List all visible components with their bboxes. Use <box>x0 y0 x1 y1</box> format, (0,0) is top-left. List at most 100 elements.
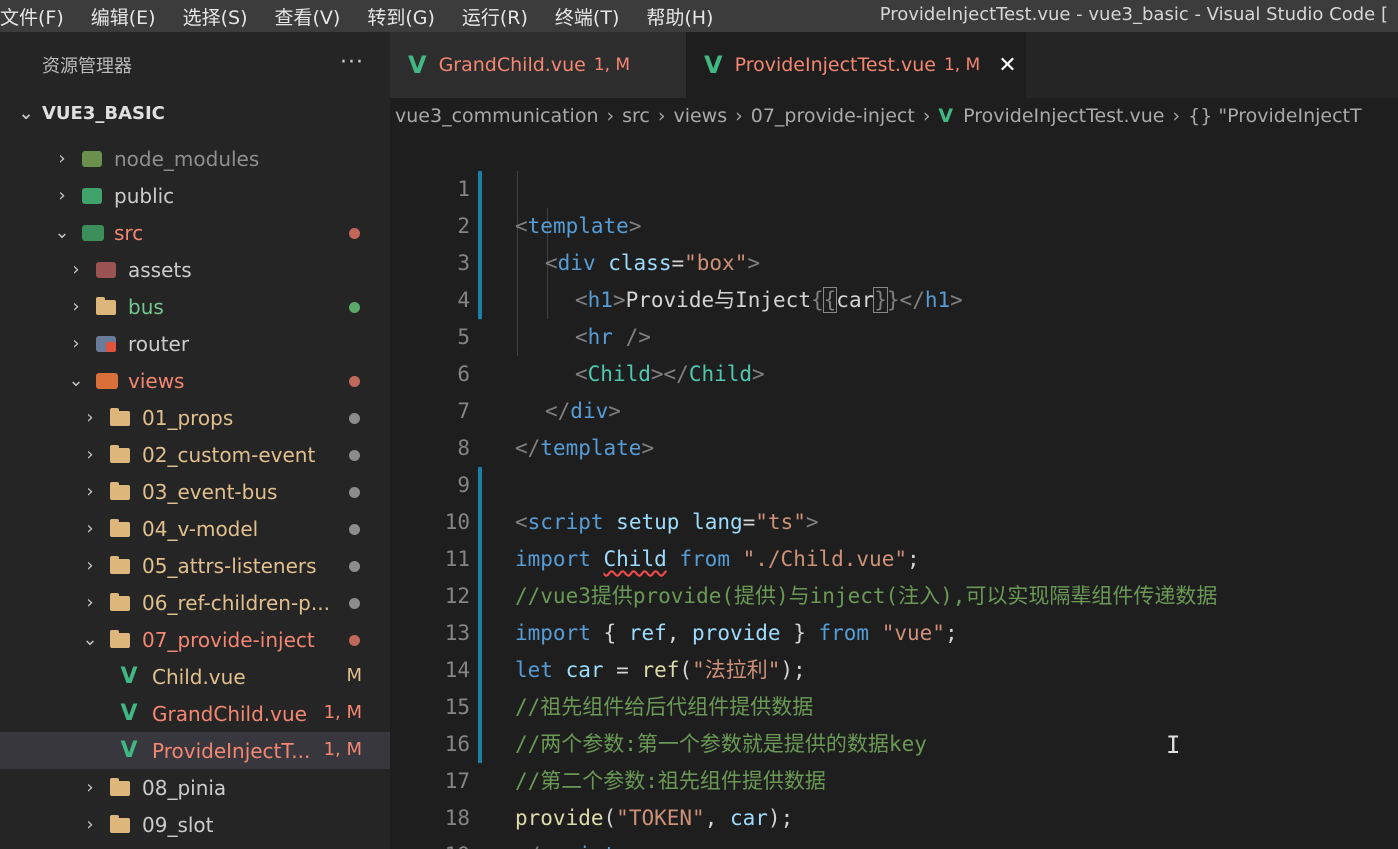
more-actions-icon[interactable]: ··· <box>340 50 364 75</box>
folder-icon <box>108 444 134 465</box>
modified-dot-icon <box>349 561 360 572</box>
breadcrumb-item[interactable]: 07_provide-inject <box>751 105 915 127</box>
tab-provideinjecttest[interactable]: V ProvideInjectTest.vue 1, M ✕ <box>686 32 1026 98</box>
menu-file[interactable]: 文件(F) <box>0 3 77 30</box>
breadcrumb: vue3_communication › src › views › 07_pr… <box>390 98 1398 134</box>
views-folder-icon <box>94 371 120 391</box>
folder-icon <box>108 555 134 576</box>
tree-item-label: 09_slot <box>142 812 214 837</box>
window-title: ProvideInjectTest.vue - vue3_basic - Vis… <box>879 4 1388 25</box>
menu-selection[interactable]: 选择(S) <box>183 3 261 30</box>
menu-view[interactable]: 查看(V) <box>275 3 354 30</box>
code-line: 1 <template> <box>390 134 1398 238</box>
router-folder-icon <box>94 334 120 354</box>
project-root[interactable]: ⌄ VUE3_BASIC <box>0 98 390 128</box>
tree-item-node-modules[interactable]: › node_modules <box>0 140 390 177</box>
tree-item-assets[interactable]: › assets <box>0 251 390 288</box>
tree-item-label: 02_custom-event <box>142 442 316 467</box>
chevron-right-icon: › <box>58 185 66 206</box>
tree-item-label: views <box>128 368 185 393</box>
tree-item-08-pinia[interactable]: › 08_pinia <box>0 769 390 806</box>
problem-badge: 1, M <box>323 702 362 723</box>
tree-item-label: 03_event-bus <box>142 479 278 504</box>
tree-item-06-ref-children[interactable]: › 06_ref-children-p... <box>0 584 390 621</box>
modified-dot-icon <box>349 635 360 646</box>
code-line: 18 </script> <box>390 763 1398 849</box>
chevron-right-icon: › <box>606 105 615 127</box>
modified-dot-icon <box>349 450 360 461</box>
text-cursor-icon: I <box>1166 731 1181 759</box>
close-icon[interactable]: ✕ <box>998 53 1016 78</box>
tree-item-label: bus <box>128 294 164 319</box>
explorer-header: 资源管理器 ··· <box>0 32 390 98</box>
tree-item-02-custom-event[interactable]: › 02_custom-event <box>0 436 390 473</box>
vue-file-icon: V <box>704 51 723 79</box>
tree-item-views[interactable]: ⌄ views <box>0 362 390 399</box>
tree-item-provideinjecttest-vue[interactable]: V ProvideInjectT... 1, M <box>0 732 390 769</box>
folder-icon <box>108 777 134 798</box>
tree-item-label: assets <box>128 257 192 282</box>
tree-item-label: 07_provide-inject <box>142 627 315 652</box>
vue-file-icon: V <box>120 701 138 726</box>
chevron-right-icon: › <box>86 777 94 798</box>
editor-tabs: V GrandChild.vue 1, M V ProvideInjectTes… <box>390 32 1398 98</box>
tab-badge: 1, M <box>943 55 981 75</box>
tab-grandchild[interactable]: V GrandChild.vue 1, M <box>390 32 686 98</box>
code-line: 15 //两个参数:第一个参数就是提供的数据key <box>390 652 1398 756</box>
line-number: 19 <box>410 837 470 849</box>
code-line: 11 //vue3提供provide(提供)与inject(注入),可以实现隔辈… <box>390 504 1398 608</box>
menu-terminal[interactable]: 终端(T) <box>555 3 632 30</box>
tree-item-03-event-bus[interactable]: › 03_event-bus <box>0 473 390 510</box>
tree-item-src[interactable]: ⌄ src <box>0 214 390 251</box>
chevron-right-icon: › <box>86 518 94 539</box>
tree-item-child-vue[interactable]: V Child.vue M <box>0 658 390 695</box>
breadcrumb-item[interactable]: {} "ProvideInjectT <box>1188 105 1362 127</box>
breadcrumb-item[interactable]: src <box>622 105 650 127</box>
chevron-right-icon: › <box>72 296 80 317</box>
breadcrumb-item[interactable]: vue3_communication <box>395 105 599 127</box>
tree-item-label: 05_attrs-listeners <box>142 553 317 578</box>
code-line: 12 import { ref, provide } from "vue"; <box>390 541 1398 645</box>
menu-bar: 文件(F) 编辑(E) 选择(S) 查看(V) 转到(G) 运行(R) 终端(T… <box>0 0 1398 32</box>
tree-item-label: GrandChild.vue <box>152 701 307 726</box>
breadcrumb-item[interactable]: ProvideInjectTest.vue <box>963 105 1164 127</box>
tree-item-04-v-model[interactable]: › 04_v-model <box>0 510 390 547</box>
folder-icon <box>108 407 134 428</box>
menu-go[interactable]: 转到(G) <box>367 3 448 30</box>
tree-item-grandchild-vue[interactable]: V GrandChild.vue 1, M <box>0 695 390 732</box>
src-folder-icon <box>80 223 106 243</box>
assets-folder-icon <box>94 260 120 280</box>
breadcrumb-item[interactable]: views <box>673 105 727 127</box>
menu-help[interactable]: 帮助(H) <box>646 3 726 30</box>
file-tree: ⌄ VUE3_BASIC › node_modules › public ⌄ s… <box>0 98 390 843</box>
menu-run[interactable]: 运行(R) <box>462 3 541 30</box>
tree-item-09-slot[interactable]: › 09_slot <box>0 806 390 843</box>
git-status-badge: M <box>346 665 362 686</box>
tree-item-07-provide-inject[interactable]: ⌄ 07_provide-inject <box>0 621 390 658</box>
vue-file-icon: V <box>120 738 138 763</box>
node-folder-icon <box>80 149 106 169</box>
chevron-right-icon: › <box>922 105 931 127</box>
menu-edit[interactable]: 编辑(E) <box>91 3 169 30</box>
explorer-title: 资源管理器 <box>42 56 132 77</box>
chevron-right-icon: › <box>86 444 94 465</box>
tab-badge: 1, M <box>593 55 631 75</box>
tree-item-router[interactable]: › router <box>0 325 390 362</box>
modified-dot-icon <box>349 487 360 498</box>
tree-item-01-props[interactable]: › 01_props <box>0 399 390 436</box>
tree-item-public[interactable]: › public <box>0 177 390 214</box>
tree-item-05-attrs-listeners[interactable]: › 05_attrs-listeners <box>0 547 390 584</box>
chevron-down-icon: ⌄ <box>18 102 34 124</box>
chevron-right-icon: › <box>58 148 66 169</box>
tree-item-bus[interactable]: › bus <box>0 288 390 325</box>
tree-item-label: 06_ref-children-p... <box>142 590 330 615</box>
modified-dot-icon <box>349 376 360 387</box>
chevron-down-icon: ⌄ <box>82 629 98 650</box>
vue-file-icon: V <box>120 664 138 689</box>
modified-dot-icon <box>349 228 360 239</box>
chevron-down-icon: ⌄ <box>68 370 84 391</box>
folder-open-icon <box>108 629 134 650</box>
chevron-right-icon: › <box>657 105 666 127</box>
tree-item-label: Child.vue <box>152 664 246 689</box>
